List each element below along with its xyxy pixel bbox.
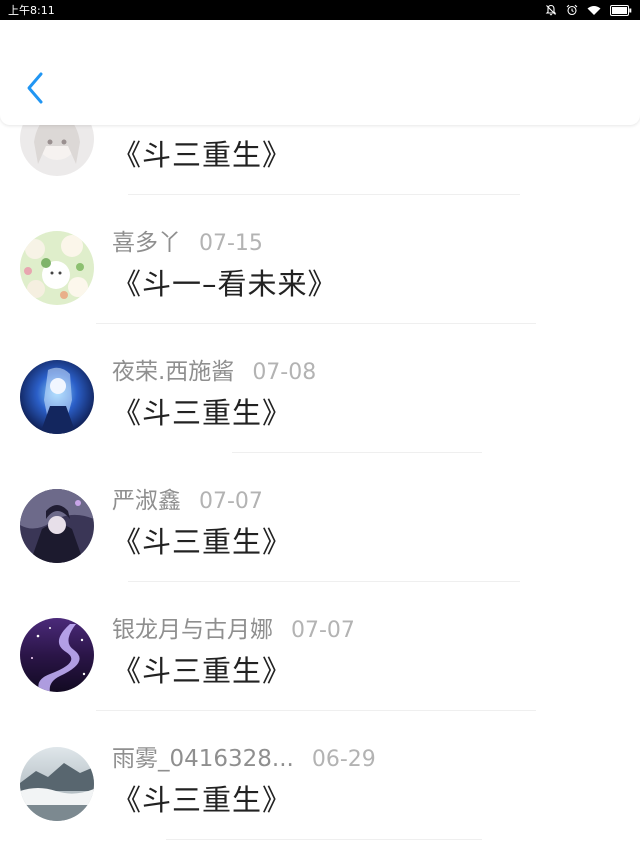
list-item[interactable]: 雨雾_0416328... 06-29 《斗三重生》 (0, 733, 640, 853)
list-item[interactable]: 银龙月与古月娜 07-07 《斗三重生》 (0, 604, 640, 733)
status-bar: 上午8:11 (0, 0, 640, 20)
status-icons (545, 4, 632, 16)
list-item[interactable]: 喜多丫 07-15 《斗一–看未来》 (0, 217, 640, 346)
post-date: 07-07 (291, 618, 355, 643)
divider (128, 194, 520, 195)
mute-bell-icon (545, 4, 557, 16)
author-name[interactable]: 雨雾_0416328... (112, 739, 294, 773)
avatar[interactable] (20, 231, 94, 305)
back-button[interactable] (18, 70, 52, 110)
divider (128, 581, 520, 582)
author-name[interactable]: 喜多丫 (112, 223, 181, 257)
wifi-icon (587, 5, 601, 16)
item-meta: 喜多丫 07-15 (112, 223, 263, 256)
post-date: 07-07 (199, 489, 263, 514)
item-meta: 雨雾_0416328... 06-29 (112, 739, 376, 772)
list-item[interactable]: 夜荣.西施酱 07-08 《斗三重生》 (0, 346, 640, 475)
divider (232, 452, 482, 453)
divider (96, 710, 536, 711)
avatar[interactable] (20, 360, 94, 434)
chevron-left-icon (25, 71, 45, 109)
item-meta: 严淑鑫 07-07 (112, 481, 263, 514)
avatar[interactable] (20, 618, 94, 692)
author-name[interactable]: 严淑鑫 (112, 481, 181, 515)
item-title[interactable]: 《斗三重生》 (112, 390, 292, 432)
author-name[interactable]: 夜荣.西施酱 (112, 352, 234, 386)
battery-icon (610, 4, 632, 16)
item-meta: 夜荣.西施酱 07-08 (112, 352, 317, 385)
item-title[interactable]: 《斗一–看未来》 (112, 261, 338, 303)
post-date: 07-15 (199, 231, 263, 256)
item-meta: 银龙月与古月娜 07-07 (112, 610, 355, 643)
message-list[interactable]: 《斗三重生》 喜多丫 07-15 《斗一–看未来》 夜荣.西施酱 07-08 《… (0, 20, 640, 853)
avatar[interactable] (20, 747, 94, 821)
top-header (0, 20, 640, 125)
item-title[interactable]: 《斗三重生》 (112, 132, 292, 174)
avatar[interactable] (20, 489, 94, 563)
list-item[interactable]: 严淑鑫 07-07 《斗三重生》 (0, 475, 640, 604)
divider (96, 323, 536, 324)
divider (166, 839, 482, 840)
item-title[interactable]: 《斗三重生》 (112, 648, 292, 690)
status-time: 上午8:11 (8, 4, 55, 17)
post-date: 06-29 (311, 747, 376, 772)
post-date: 07-08 (252, 360, 317, 385)
author-name[interactable]: 银龙月与古月娜 (112, 610, 273, 644)
item-title[interactable]: 《斗三重生》 (112, 777, 292, 819)
alarm-clock-icon (566, 4, 578, 16)
item-title[interactable]: 《斗三重生》 (112, 519, 292, 561)
